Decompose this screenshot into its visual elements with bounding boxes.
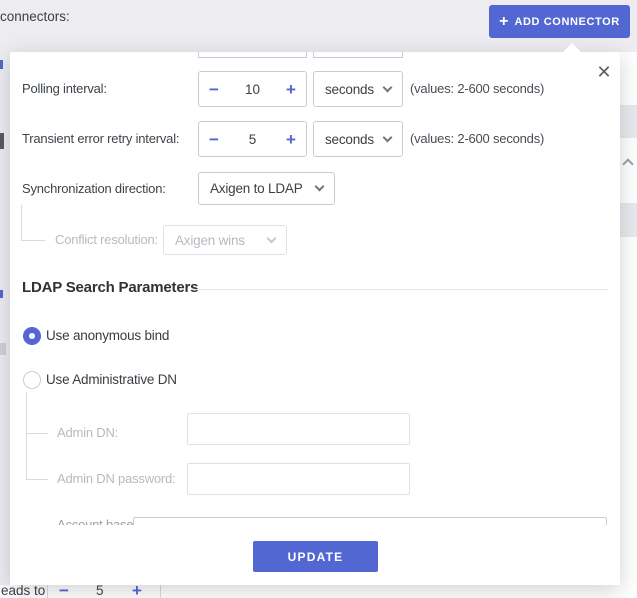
chevron-down-icon xyxy=(315,182,325,192)
chevron-down-icon xyxy=(383,132,393,142)
radio-use-anonymous-bind-label: Use anonymous bind xyxy=(46,326,169,346)
polling-interval-stepper: − 10 + xyxy=(198,71,307,107)
connector-settings-dialog: ✕ Polling interval: − 10 + seconds (valu… xyxy=(10,52,620,585)
stepper-border xyxy=(47,585,48,598)
chevron-down-icon xyxy=(383,82,393,92)
background-fragment xyxy=(0,60,3,69)
background-fragment xyxy=(0,290,3,298)
background-page-bottom-row: eads to − 5 + xyxy=(0,585,637,598)
collapse-chevron-up-icon xyxy=(622,158,633,169)
retry-unit-value: seconds xyxy=(325,132,374,147)
admin-dn-input xyxy=(187,413,410,445)
background-fragment xyxy=(0,343,6,355)
conflict-resolution-label: Conflict resolution: xyxy=(55,230,158,250)
tree-connector-line xyxy=(26,433,48,434)
add-connector-label: ADD CONNECTOR xyxy=(514,16,619,28)
background-fragment xyxy=(0,133,4,149)
conflict-resolution-select: Axigen wins xyxy=(163,225,287,255)
close-icon[interactable]: ✕ xyxy=(592,60,616,84)
decrement-button[interactable]: − xyxy=(199,131,229,148)
update-button[interactable]: UPDATE xyxy=(253,541,378,572)
retry-unit-select[interactable]: seconds xyxy=(313,121,403,157)
decrement-button[interactable]: − xyxy=(59,585,69,598)
admin-dn-label: Admin DN: xyxy=(57,423,118,443)
radio-use-administrative-dn[interactable] xyxy=(23,371,41,389)
connectors-section-label: connectors: xyxy=(0,9,70,24)
increment-button[interactable]: + xyxy=(276,131,306,148)
increment-button[interactable]: + xyxy=(276,81,306,98)
conflict-resolution-value: Axigen wins xyxy=(175,233,245,248)
retry-interval-stepper: − 5 + xyxy=(198,121,307,157)
background-page-right-strip xyxy=(620,52,637,598)
plus-icon: + xyxy=(499,14,508,30)
polling-interval-value: 10 xyxy=(229,82,276,97)
polling-interval-hint: (values: 2-600 seconds) xyxy=(410,79,544,99)
background-panel-band xyxy=(620,105,637,138)
tree-connector-line xyxy=(26,392,27,480)
chevron-down-icon xyxy=(267,233,277,243)
retry-interval-value: 5 xyxy=(229,132,276,147)
retry-interval-hint: (values: 2-600 seconds) xyxy=(410,129,544,149)
retry-interval-label: Transient error retry interval: xyxy=(22,129,179,149)
section-divider xyxy=(192,289,608,290)
add-connector-button[interactable]: + ADD CONNECTOR xyxy=(489,5,630,38)
polling-unit-select[interactable]: seconds xyxy=(313,71,403,107)
polling-interval-label: Polling interval: xyxy=(22,79,107,99)
admin-dn-password-label: Admin DN password: xyxy=(57,469,176,489)
threads-stepper-value: 5 xyxy=(96,585,104,598)
sync-direction-value: Axigen to LDAP xyxy=(210,181,303,196)
radio-use-administrative-dn-label: Use Administrative DN xyxy=(46,370,177,390)
increment-button[interactable]: + xyxy=(132,585,142,598)
dialog-footer: UPDATE xyxy=(10,525,620,585)
tree-connector-line xyxy=(21,240,45,241)
background-panel-band xyxy=(620,203,637,237)
stepper-border xyxy=(160,585,161,598)
sync-direction-select[interactable]: Axigen to LDAP xyxy=(198,172,335,205)
polling-unit-value: seconds xyxy=(325,82,374,97)
tree-connector-line xyxy=(26,479,48,480)
clipped-select-remnant xyxy=(313,52,403,58)
sync-direction-label: Synchronization direction: xyxy=(22,179,166,199)
threads-to-label-partial: eads to xyxy=(1,585,45,598)
ldap-search-parameters-title: LDAP Search Parameters xyxy=(22,279,198,296)
admin-dn-password-input xyxy=(187,463,410,495)
tree-connector-line xyxy=(21,205,22,241)
radio-use-anonymous-bind[interactable] xyxy=(23,327,41,345)
decrement-button[interactable]: − xyxy=(199,81,229,98)
clipped-stepper-remnant xyxy=(198,52,307,58)
